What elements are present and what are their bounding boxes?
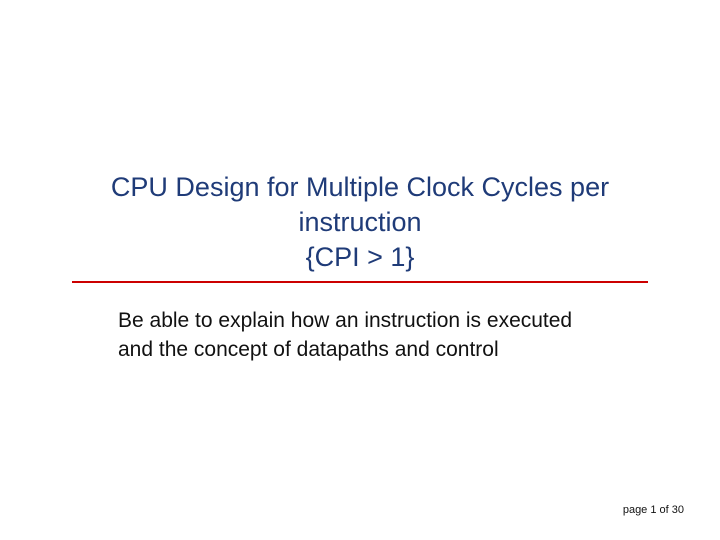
slide: CPU Design for Multiple Clock Cycles per…: [0, 0, 720, 540]
title-underline: [72, 281, 648, 283]
slide-body-text: Be able to explain how an instruction is…: [118, 307, 590, 364]
page-number: page 1 of 30: [623, 504, 684, 516]
slide-title: CPU Design for Multiple Clock Cycles per…: [90, 170, 630, 275]
title-line-3: {CPI > 1}: [90, 240, 630, 275]
title-line-1: CPU Design for Multiple Clock Cycles per: [90, 170, 630, 205]
title-line-2: instruction: [90, 205, 630, 240]
